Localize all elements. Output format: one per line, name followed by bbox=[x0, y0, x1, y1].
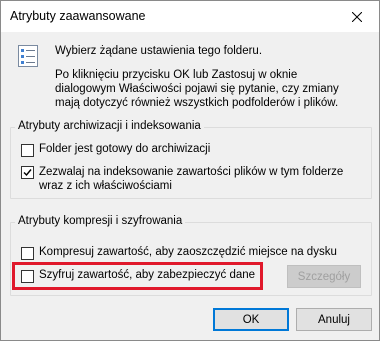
compress-checkbox-row[interactable]: Kompresuj zawartość, aby zaoszczędzić mi… bbox=[21, 246, 366, 260]
title-bar: Atrybuty zaawansowane bbox=[1, 1, 379, 32]
archive-group-label: Atrybuty archiwizacji i indeksowania bbox=[15, 120, 204, 132]
folder-ready-checkbox-row[interactable]: Folder jest gotowy do archiwizacji bbox=[21, 143, 361, 157]
folder-ready-checkbox[interactable] bbox=[21, 144, 34, 157]
cancel-button[interactable]: Anuluj bbox=[296, 308, 372, 331]
compress-label: Kompresuj zawartość, aby zaoszczędzić mi… bbox=[39, 246, 337, 258]
intro-description: Po kliknięciu przycisku OK lub Zastosuj … bbox=[55, 69, 339, 109]
intro-heading: Wybierz żądane ustawienia tego folderu. bbox=[55, 45, 263, 57]
close-icon bbox=[352, 11, 362, 22]
compress-checkbox[interactable] bbox=[21, 247, 34, 260]
close-button[interactable] bbox=[335, 1, 379, 32]
properties-list-icon bbox=[18, 45, 38, 67]
compress-group-label: Atrybuty kompresji i szyfrowania bbox=[15, 215, 186, 227]
folder-ready-label: Folder jest gotowy do archiwizacji bbox=[39, 143, 211, 155]
allow-indexing-label: Zezwalaj na indeksowanie zawartości plik… bbox=[39, 166, 344, 192]
advanced-attributes-dialog: Atrybuty zaawansowane Wybierz żądane ust… bbox=[0, 0, 380, 341]
checkmark-icon bbox=[23, 169, 32, 177]
encrypt-highlight-box bbox=[12, 262, 263, 290]
ok-button[interactable]: OK bbox=[213, 308, 289, 331]
allow-indexing-checkbox-row[interactable]: Zezwalaj na indeksowanie zawartości plik… bbox=[21, 165, 366, 193]
window-title: Atrybuty zaawansowane bbox=[10, 9, 146, 23]
details-button[interactable]: Szczegóły bbox=[287, 265, 361, 288]
allow-indexing-checkbox[interactable] bbox=[21, 166, 34, 179]
